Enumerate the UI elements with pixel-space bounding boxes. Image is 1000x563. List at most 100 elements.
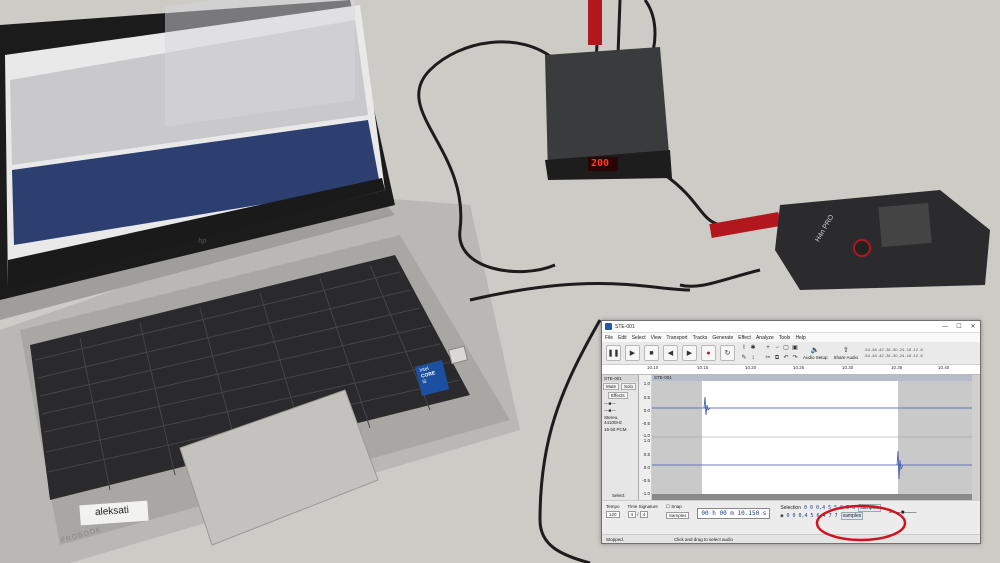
ruler-tick: 10.15	[697, 365, 709, 370]
menu-effect[interactable]: Effect	[738, 335, 751, 341]
stop-button[interactable]: ■	[644, 345, 659, 361]
scale-label: -1.0	[642, 491, 650, 496]
audio-setup-label: Audio Setup	[803, 355, 828, 360]
status-bar: Stopped. Click and drag to select audio	[602, 534, 980, 543]
clip-name: STE-001	[654, 375, 672, 380]
menu-select[interactable]: Select	[632, 335, 646, 341]
selection-tool-icon[interactable]: I	[740, 344, 748, 352]
time-sig-denominator[interactable]: 4	[639, 511, 649, 518]
tempo-label: Tempo	[606, 504, 620, 509]
skip-end-button[interactable]: ▶	[682, 345, 697, 361]
ruler-tick: 10.25	[793, 365, 805, 370]
scale-label: -0.5	[642, 478, 650, 483]
menu-help[interactable]: Help	[795, 335, 805, 341]
copy-icon[interactable]: ⧉	[773, 354, 781, 362]
tools-grid: I ✱ ✎ ↕	[739, 343, 757, 363]
snap-label: Snap	[671, 504, 682, 509]
track-area: STE-001 Mute Solo Effects —■— —■— Stereo,…	[602, 375, 980, 500]
maximize-button[interactable]: ☐	[952, 323, 966, 330]
snap-group: ☐ Snap Samples	[665, 504, 690, 519]
gain-slider[interactable]: —■—	[602, 400, 638, 407]
share-audio-label: Share Audio	[833, 355, 859, 360]
field-recorder	[775, 190, 990, 290]
status-middle: Click and drag to select audio	[674, 536, 734, 542]
ruler-tick: 10.35	[891, 365, 903, 370]
amplitude-scale: 1.0 0.5 0.0 -0.5 -1.0 1.0 0.5 0.0 -0.5 -…	[639, 375, 651, 500]
skip-start-button[interactable]: ◀	[663, 345, 678, 361]
multi-tool-icon[interactable]: ✱	[749, 344, 757, 352]
menu-tools[interactable]: Tools	[779, 335, 791, 341]
fit-project-icon[interactable]: ▣	[791, 344, 799, 352]
ruler-tick: 10.20	[745, 365, 757, 370]
play-button[interactable]: ▶	[625, 345, 640, 361]
zoom-in-icon[interactable]: +	[764, 344, 772, 352]
bottom-toolbar: Tempo 120 Time Signature 4 / 4 ☐ Snap Sa…	[602, 500, 980, 535]
skip-start-icon: ◀	[667, 350, 674, 357]
hp-logo-text: hp	[198, 238, 207, 245]
transport-toolbar: ❚❚ ▶ ■ ◀ ▶ ● ↻ I ✱ ✎ ↕ + − ▢ ▣ ✂ ⧉ ↶ ↷ 🔈…	[602, 342, 980, 365]
snap-checkbox[interactable]: ☐	[666, 504, 670, 509]
time-sig-numerator[interactable]: 4	[627, 511, 637, 518]
waveform-area[interactable]	[652, 375, 972, 500]
menu-view[interactable]: View	[651, 335, 662, 341]
ruler-tick: 10.10	[647, 365, 659, 370]
track-select-button[interactable]: Select	[610, 492, 627, 499]
selection-region[interactable]	[702, 381, 898, 494]
fit-selection-icon[interactable]: ▢	[782, 344, 790, 352]
redo-icon[interactable]: ↷	[791, 354, 799, 362]
cut-icon[interactable]: ✂	[764, 354, 772, 362]
share-audio-button[interactable]: ⇧ Share Audio	[834, 346, 859, 360]
ruler-tick: 10.40	[938, 365, 950, 370]
audacity-window: STE-001 — ☐ ✕ File Edit Select View Tran…	[601, 320, 981, 544]
record-button[interactable]: ●	[701, 345, 716, 361]
menu-edit[interactable]: Edit	[618, 335, 627, 341]
clip-header[interactable]	[652, 375, 972, 381]
timeline-ruler[interactable]: 10.10 10.15 10.20 10.25 10.30 10.35 10.4…	[602, 365, 980, 375]
tempo-input[interactable]: 120	[606, 511, 620, 518]
status-left: Stopped.	[606, 536, 625, 542]
track-info-format: Stereo, 44100Hz	[604, 415, 623, 425]
ruler-tick: 10.30	[842, 365, 854, 370]
scale-label: 0.5	[643, 452, 650, 457]
window-title: STE-001	[615, 323, 635, 330]
audio-setup-button[interactable]: 🔈 Audio Setup	[803, 346, 828, 360]
record-icon: ●	[706, 349, 711, 357]
envelope-tool-icon[interactable]: ↕	[749, 354, 757, 362]
scale-label: 0.0	[643, 408, 650, 413]
share-icon: ⇧	[842, 347, 849, 354]
menu-transport[interactable]: Transport	[666, 335, 687, 341]
selection-label: Selection	[780, 505, 801, 511]
close-button[interactable]: ✕	[966, 323, 980, 330]
solo-button[interactable]: Solo	[621, 383, 637, 390]
snap-unit-select[interactable]: Samples	[665, 512, 690, 519]
mute-button[interactable]: Mute	[603, 383, 620, 390]
scale-label: 1.0	[643, 438, 650, 443]
scale-label: -0.5	[642, 421, 650, 426]
time-signature-label: Time Signature	[627, 504, 658, 509]
effects-button[interactable]: Effects	[608, 392, 628, 399]
menu-file[interactable]: File	[605, 335, 613, 341]
undo-icon[interactable]: ↶	[782, 354, 790, 362]
tempo-group: Tempo 120	[606, 504, 620, 518]
draw-tool-icon[interactable]: ✎	[740, 354, 748, 362]
scale-label: 0.5	[643, 395, 650, 400]
menu-generate[interactable]: Generate	[712, 335, 733, 341]
time-signature-group: Time Signature 4 / 4	[627, 504, 658, 518]
recorder-screen	[878, 202, 932, 248]
zoom-out-icon[interactable]: −	[773, 344, 781, 352]
menu-analyze[interactable]: Analyze	[756, 335, 774, 341]
loop-button[interactable]: ↻	[720, 345, 735, 361]
track-name[interactable]: STE-001	[602, 375, 638, 382]
level-meters[interactable]: -54 -48 -42 -36 -30 -24 -18 -12 -6 -54 -…	[864, 347, 923, 359]
minimize-button[interactable]: —	[938, 324, 952, 330]
scale-label: 1.0	[643, 381, 650, 386]
play-icon: ▶	[629, 350, 636, 357]
pause-button[interactable]: ❚❚	[606, 345, 621, 361]
playback-meter-scale: -54 -48 -42 -36 -30 -24 -18 -12 -6	[864, 353, 923, 358]
pan-slider[interactable]: —■—	[602, 407, 638, 414]
selection-end-radio[interactable]: ◉	[780, 513, 783, 519]
menu-tracks[interactable]: Tracks	[693, 335, 708, 341]
audio-position-display[interactable]: 00 h 00 m 10.150 s	[697, 508, 771, 519]
edit-tools-grid: + − ▢ ▣ ✂ ⧉ ↶ ↷	[763, 343, 799, 363]
skip-end-icon: ▶	[686, 350, 693, 357]
